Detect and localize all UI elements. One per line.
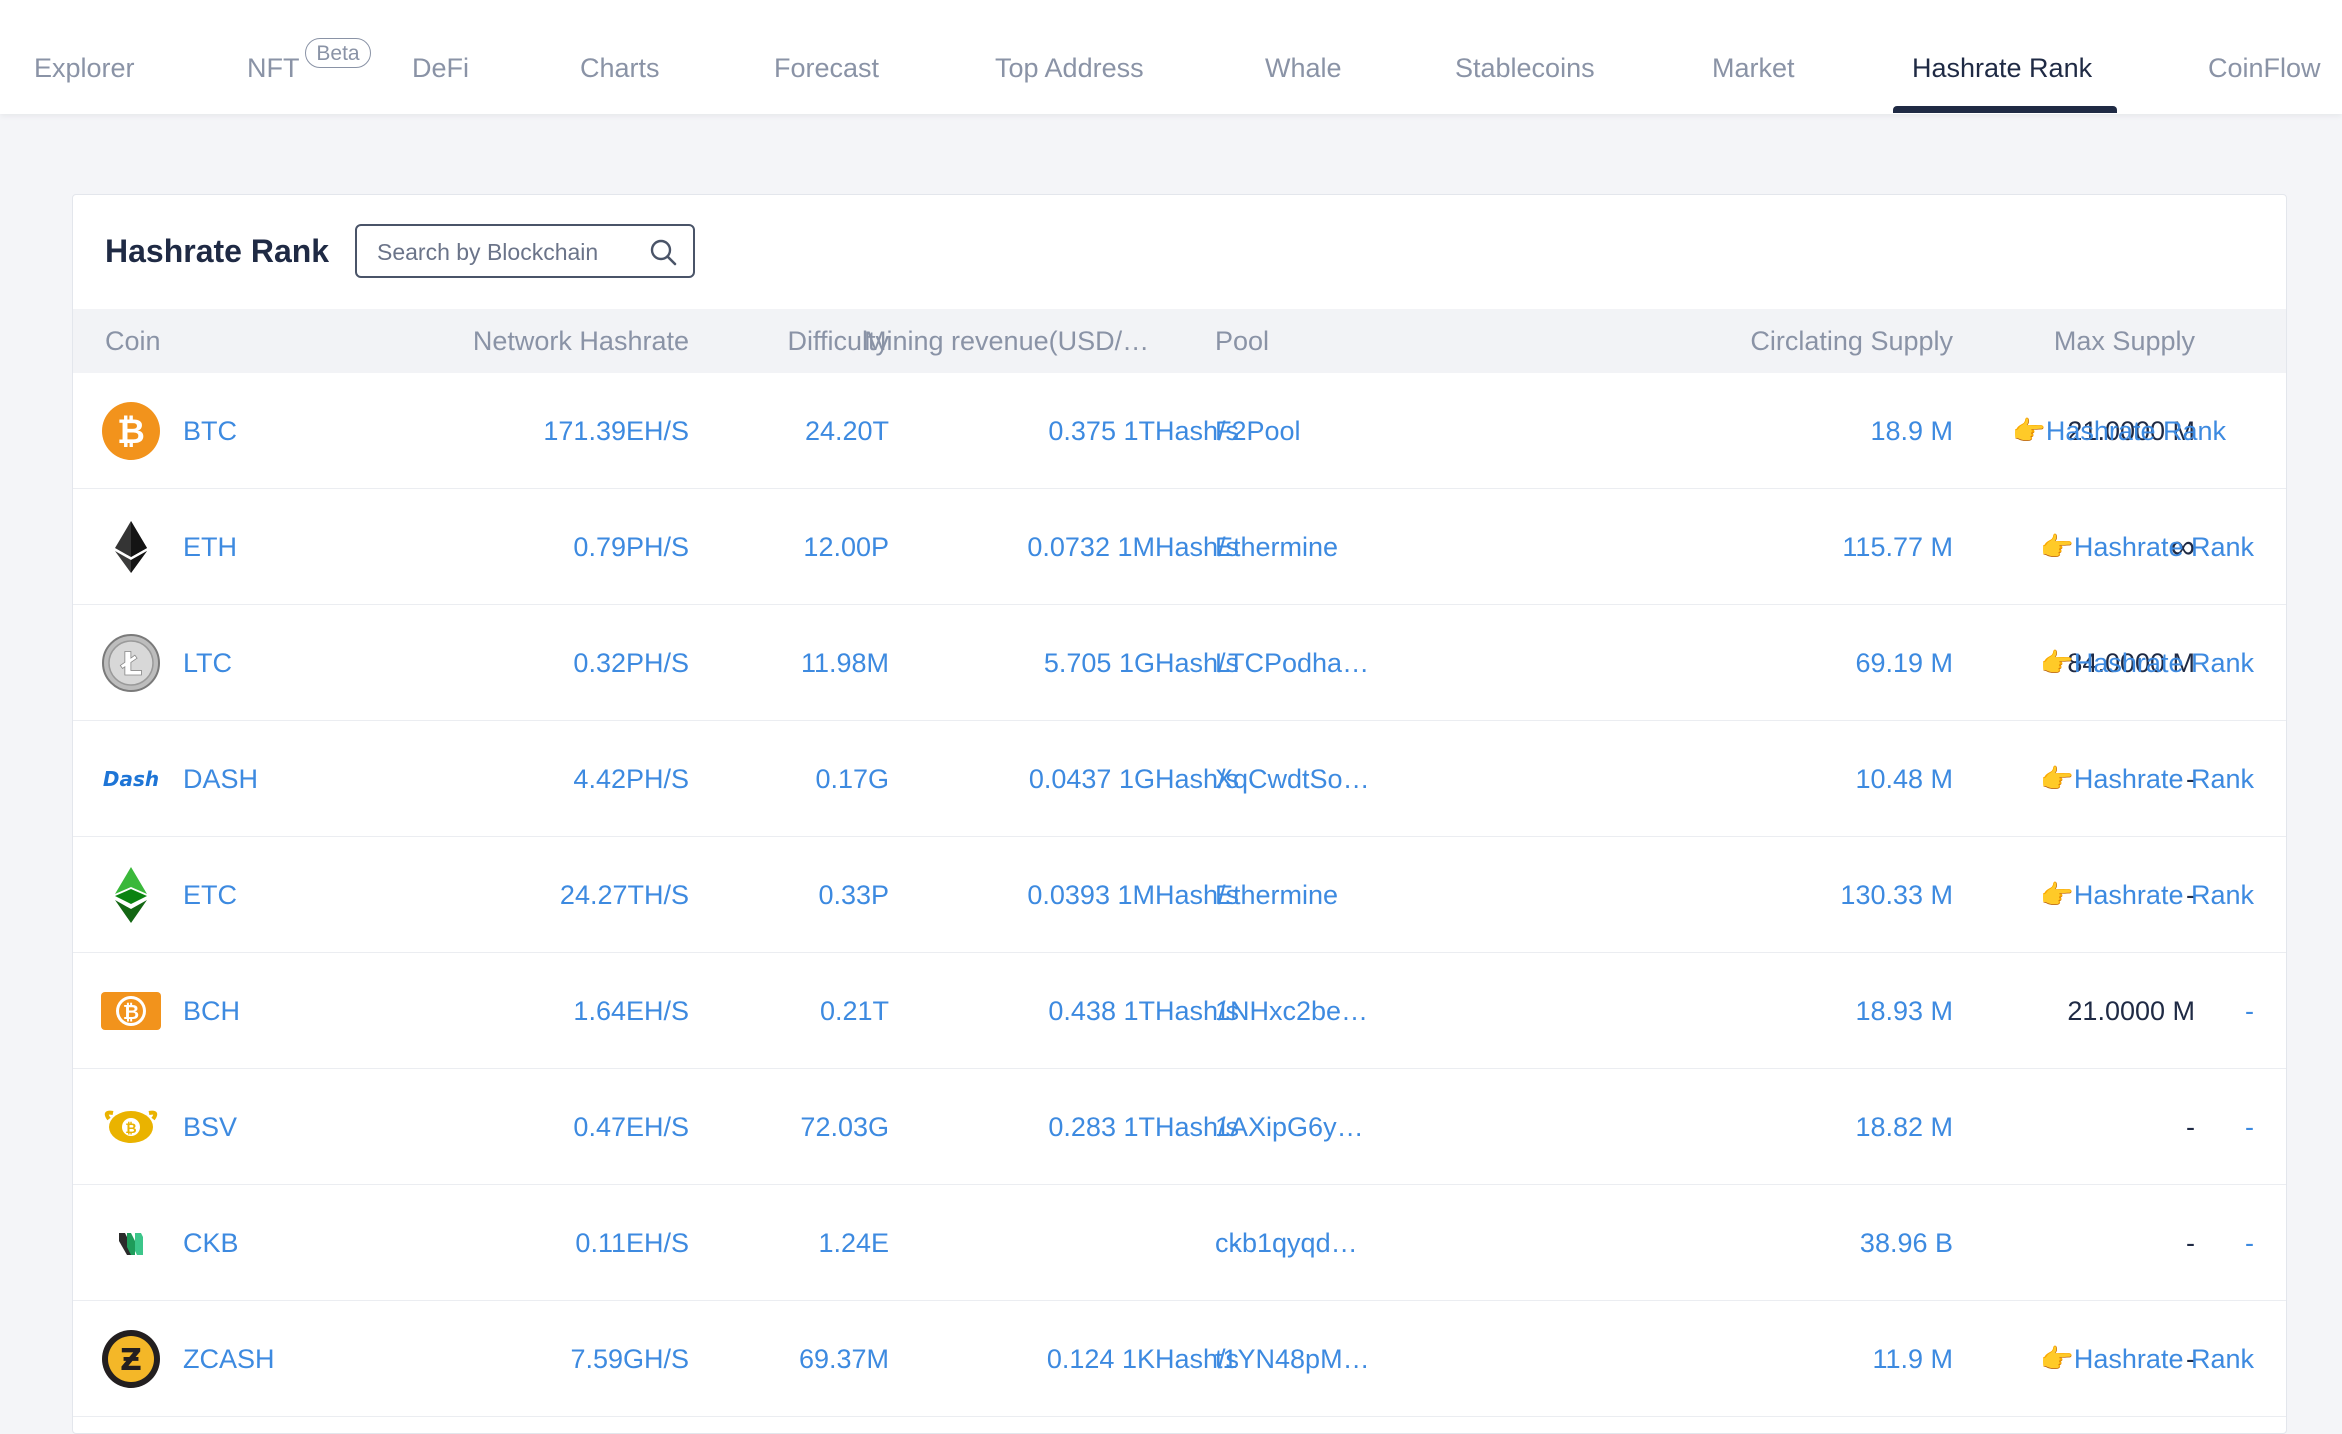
nav-coinflow[interactable]: CoinFlow <box>2208 0 2321 114</box>
nav-whale[interactable]: Whale <box>1265 0 1342 114</box>
search-input[interactable] <box>375 226 629 278</box>
table-row: Ƶ ZCASH 7.59GH/S 69.37M 0.124 1KHash/s t… <box>73 1301 2286 1417</box>
col-mining-revenue: Mining revenue(USD/… <box>864 326 1150 356</box>
hashrate-rank-link[interactable]: 👉Hashrate Rank <box>73 721 2254 837</box>
col-pool: Pool <box>1215 326 1270 356</box>
nav-nft[interactable]: NFT <box>247 0 299 114</box>
hashrate-rank-link[interactable]: 👉Hashrate Rank <box>73 489 2254 605</box>
nav-explorer[interactable]: Explorer <box>34 0 135 114</box>
table-row: Ł LTC 0.32PH/S 11.98M 5.705 1GHash/s LTC… <box>73 605 2286 721</box>
nav-forecast[interactable]: Forecast <box>774 0 879 114</box>
hashrate-rank-link[interactable]: 👉Hashrate Rank <box>73 1301 2254 1417</box>
search-box[interactable] <box>355 224 695 278</box>
nav-stablecoins[interactable]: Stablecoins <box>1455 0 1595 114</box>
hashrate-rank-link[interactable]: 👉Hashrate Rank <box>73 837 2254 953</box>
hashrate-rank-link: - <box>2245 1112 2254 1142</box>
table-row: Dash DASH 4.42PH/S 0.17G 0.0437 1GHash/s… <box>73 721 2286 837</box>
top-nav: Explorer NFT Beta DeFi Charts Forecast T… <box>0 0 2342 114</box>
hashrate-rank-link: - <box>2245 1228 2254 1258</box>
hashrate-rank-link: - <box>2245 996 2254 1026</box>
beta-badge: Beta <box>305 38 371 68</box>
hashrate-rank-link[interactable]: 👉Hashrate Rank <box>73 373 2226 489</box>
table-header: Coin Network Hashrate Difficulty Mining … <box>73 309 2286 373</box>
nav-top-address[interactable]: Top Address <box>995 0 1144 114</box>
nav-market[interactable]: Market <box>1712 0 1795 114</box>
table-row: ₿ BSV 0.47EH/S 72.03G 0.283 1THash/s 1AX… <box>73 1069 2286 1185</box>
nav-defi[interactable]: DeFi <box>412 0 469 114</box>
col-difficulty: Difficulty <box>787 326 889 356</box>
table-row: ₿ BCH 1.64EH/S 0.21T 0.438 1THash/s 1NHx… <box>73 953 2286 1069</box>
table-row: ETC 24.27TH/S 0.33P 0.0393 1MHash/s Ethe… <box>73 837 2286 953</box>
search-icon[interactable] <box>649 238 677 266</box>
nav-hashrate-rank[interactable]: Hashrate Rank <box>1912 0 2092 114</box>
hashrate-rank-card: Hashrate Rank Coin Network Hashrate Diff… <box>72 194 2287 1434</box>
table-row: ETH 0.79PH/S 12.00P 0.0732 1MHash/s Ethe… <box>73 489 2286 605</box>
col-max-supply: Max Supply <box>2053 326 2195 356</box>
active-tab-indicator <box>1893 106 2117 113</box>
col-coin: Coin <box>105 326 161 356</box>
table-row: ₿ BTC 171.39EH/S 24.20T 0.375 1THash/s F… <box>73 373 2286 489</box>
col-network-hashrate: Network Hashrate <box>472 326 689 356</box>
hashrate-rank-link[interactable]: 👉Hashrate Rank <box>73 605 2254 721</box>
table-row: CKB 0.11EH/S 1.24E - ckb1qyqd… 38.96 B -… <box>73 1185 2286 1301</box>
page-title: Hashrate Rank <box>105 233 330 269</box>
nav-charts[interactable]: Charts <box>580 0 660 114</box>
